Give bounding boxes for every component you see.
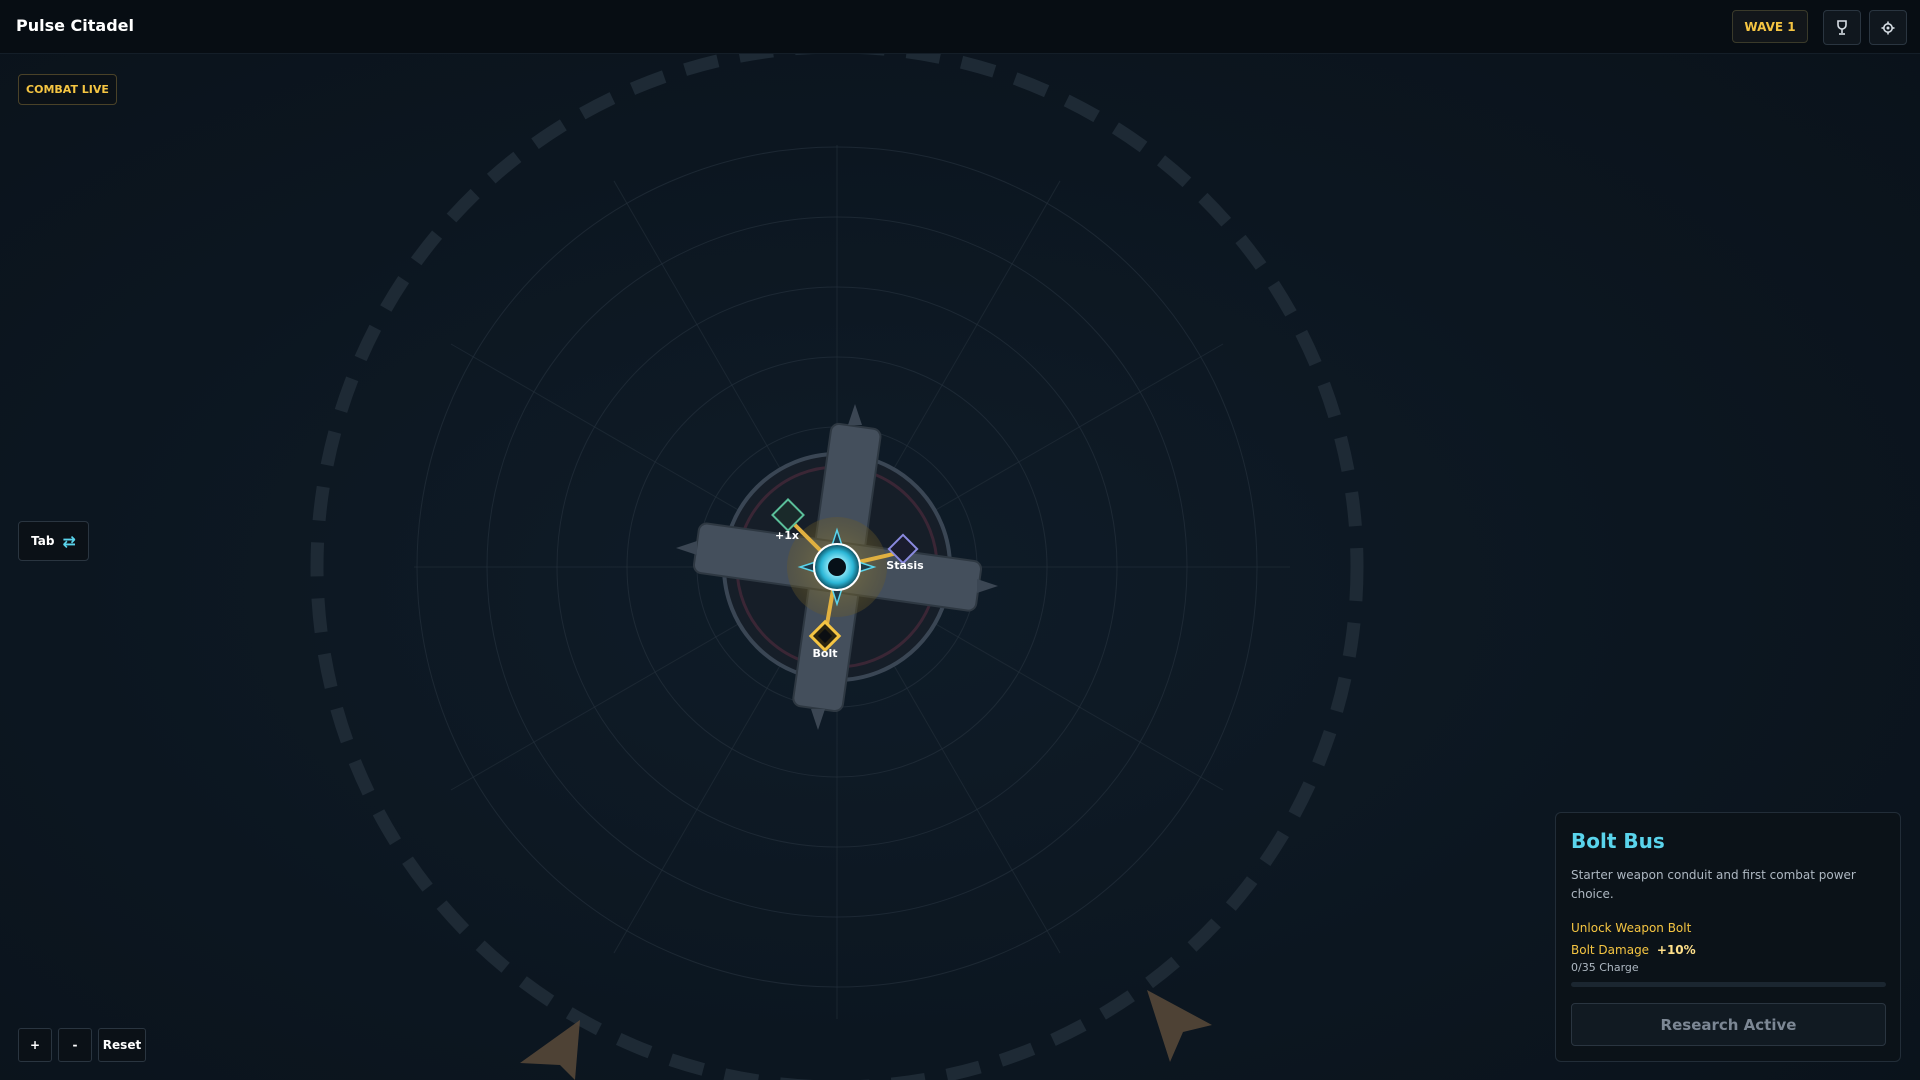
zoom-in-button[interactable]: + bbox=[18, 1028, 52, 1062]
research-button[interactable]: Research Active bbox=[1571, 1003, 1886, 1046]
node-multiplier-label: +1x bbox=[775, 529, 799, 542]
tab-switch-button[interactable]: Tab ⇄ bbox=[18, 521, 89, 561]
panel-effect-damage: Bolt Damage +10% bbox=[1571, 943, 1696, 957]
trophy-button[interactable] bbox=[1823, 10, 1861, 45]
settings-button[interactable] bbox=[1869, 10, 1907, 45]
game-stage: +1x Stasis Bolt Pulse Citadel WAVE 1 COM… bbox=[0, 0, 1920, 1080]
node-detail-panel: Bolt Bus Starter weapon conduit and firs… bbox=[1555, 812, 1901, 1062]
panel-effect-text: Unlock Weapon Bolt bbox=[1571, 921, 1692, 935]
enemy-marker-right bbox=[1147, 990, 1212, 1062]
enemy-marker-left bbox=[520, 1020, 580, 1080]
panel-description: Starter weapon conduit and first combat … bbox=[1571, 868, 1856, 901]
top-bar: Pulse Citadel WAVE 1 bbox=[0, 0, 1920, 54]
charge-text: 0/35 Charge bbox=[1571, 961, 1639, 974]
app-title: Pulse Citadel bbox=[16, 16, 135, 35]
panel-effect-unlock: Unlock Weapon Bolt bbox=[1571, 921, 1691, 935]
panel-effect-text: Bolt Damage bbox=[1571, 943, 1650, 957]
node-bolt-label: Bolt bbox=[813, 647, 838, 660]
trophy-icon bbox=[1837, 19, 1847, 35]
gear-icon bbox=[1881, 21, 1895, 34]
node-stasis-label: Stasis bbox=[886, 559, 924, 572]
tab-label: Tab bbox=[31, 534, 55, 548]
panel-title: Bolt Bus bbox=[1571, 829, 1665, 853]
charge-progress-bar bbox=[1571, 982, 1886, 987]
reset-view-button[interactable]: Reset bbox=[98, 1028, 146, 1062]
swap-icon: ⇄ bbox=[62, 531, 76, 551]
zoom-out-button[interactable]: - bbox=[58, 1028, 92, 1062]
wave-badge: WAVE 1 bbox=[1732, 10, 1808, 43]
combat-status-badge: COMBAT LIVE bbox=[18, 74, 117, 105]
panel-effect-value: +10% bbox=[1656, 943, 1696, 957]
